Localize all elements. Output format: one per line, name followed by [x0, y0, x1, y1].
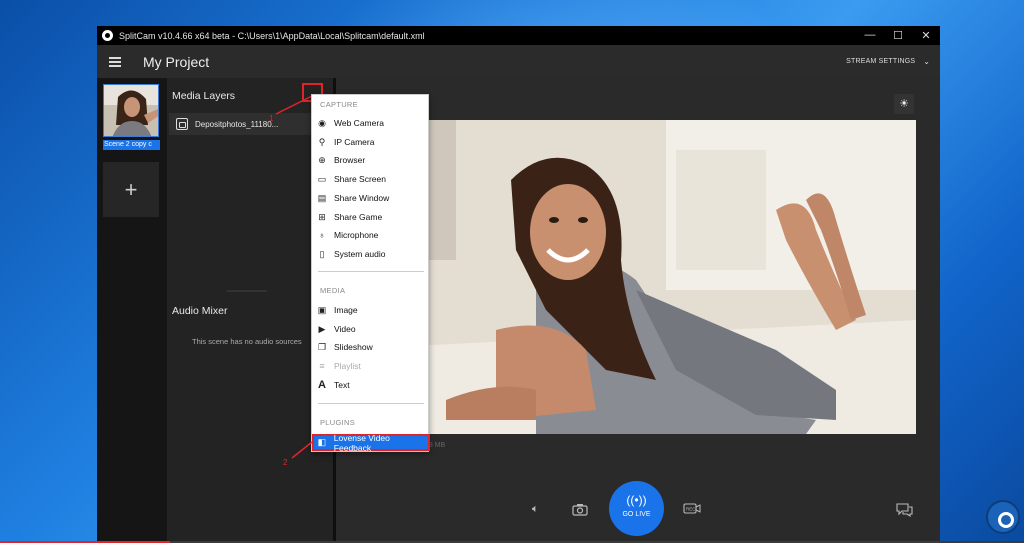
annotation-number-1: 1	[269, 114, 274, 123]
microphone-icon: ♁	[318, 230, 326, 240]
stream-settings-button[interactable]: STREAM SETTINGS	[846, 58, 915, 65]
add-scene-button[interactable]: +	[103, 162, 159, 217]
slideshow-icon: ❐	[317, 341, 327, 352]
chevron-down-icon[interactable]: ⌄	[923, 57, 930, 66]
plugin-icon: ◧	[317, 437, 327, 447]
media-layers-panel: Media Layers Depositphotos_11180... Audi…	[167, 78, 333, 543]
scene-thumbnail[interactable]	[103, 84, 159, 137]
splitcam-tray-icon[interactable]	[986, 500, 1020, 534]
camera-icon[interactable]	[572, 503, 588, 519]
media-layers-heading: Media Layers	[172, 90, 236, 102]
image-icon: ▣	[317, 304, 327, 315]
menu-section-media: MEDIA	[320, 286, 346, 295]
text-icon: A	[318, 379, 326, 391]
ip-camera-icon: ⚲	[318, 136, 326, 147]
broadcast-icon: ((•))	[626, 493, 647, 507]
menu-item-video[interactable]: ▶ Video	[316, 321, 426, 337]
globe-icon: ⊕	[318, 154, 326, 165]
svg-text:REC: REC	[686, 507, 696, 512]
menu-item-browser[interactable]: ⊕ Browser	[316, 152, 426, 168]
menu-section-plugins: PLUGINS	[320, 418, 356, 427]
menu-item-share-game[interactable]: ⊞ Share Game	[316, 209, 426, 225]
go-live-label: GO LIVE	[622, 511, 651, 518]
menu-item-playlist: ≡ Playlist	[316, 358, 426, 374]
webcam-icon: ◉	[318, 117, 326, 128]
project-title: My Project	[143, 53, 210, 70]
bottom-control-bar: 🔈︎ ((•)) GO LIVE REC	[336, 473, 940, 543]
record-icon[interactable]: REC	[683, 503, 701, 517]
go-live-button[interactable]: ((•)) GO LIVE	[609, 481, 664, 536]
menu-item-share-screen[interactable]: ▭ Share Screen	[316, 171, 426, 187]
menu-section-capture: CAPTURE	[320, 100, 358, 109]
volume-icon[interactable]: 🔈︎	[532, 503, 539, 516]
window-title: SplitCam v10.4.66 x64 beta - C:\Users\1\…	[119, 30, 425, 41]
maximize-button[interactable]: ☐	[884, 29, 912, 42]
scenes-column: Scene 2 copy c +	[97, 78, 167, 543]
menu-separator	[318, 271, 424, 272]
annotation-number-2: 2	[283, 458, 288, 467]
menu-item-share-window[interactable]: ▤ Share Window	[316, 190, 426, 206]
menu-item-microphone[interactable]: ♁ Microphone	[316, 227, 426, 243]
hamburger-menu-icon[interactable]	[109, 55, 121, 69]
title-bar: SplitCam v10.4.66 x64 beta - C:\Users\1\…	[97, 26, 940, 45]
minimize-button[interactable]: —	[856, 29, 884, 42]
monitor-icon: ▭	[317, 173, 327, 184]
audio-mixer-heading: Audio Mixer	[172, 305, 228, 317]
panel-resize-handle[interactable]	[227, 290, 267, 292]
menu-item-ip-camera[interactable]: ⚲ IP Camera	[316, 134, 426, 150]
brightness-icon[interactable]: ☀	[894, 94, 914, 114]
close-button[interactable]: ✕	[912, 29, 940, 42]
video-icon: ▶	[318, 323, 326, 334]
speaker-icon: ▯	[319, 248, 325, 259]
no-audio-text: This scene has no audio sources	[192, 337, 302, 346]
menu-item-lovense-video-feedback[interactable]: ◧ Lovense Video Feedback	[312, 433, 430, 453]
playlist-icon: ≡	[319, 361, 325, 371]
image-layer-icon	[176, 118, 188, 130]
menu-item-text[interactable]: A Text	[316, 377, 426, 393]
menu-item-slideshow[interactable]: ❐ Slideshow	[316, 339, 426, 355]
menu-item-system-audio[interactable]: ▯ System audio	[316, 246, 426, 262]
chat-icon[interactable]	[896, 503, 913, 520]
menu-item-web-camera[interactable]: ◉ Web Camera	[316, 115, 426, 131]
menu-item-image[interactable]: ▣ Image	[316, 302, 426, 318]
splitcam-logo-icon	[102, 30, 113, 41]
annotation-arrow-step1	[275, 95, 313, 115]
splitcam-window: SplitCam v10.4.66 x64 beta - C:\Users\1\…	[97, 26, 940, 543]
gamepad-icon: ⊞	[318, 211, 326, 222]
window-icon: ▤	[317, 192, 327, 203]
add-source-menu: CAPTURE ◉ Web Camera ⚲ IP Camera ⊕ Brows…	[311, 94, 430, 453]
app-bar: My Project STREAM SETTINGS ⌄	[97, 45, 940, 78]
menu-separator	[318, 403, 424, 404]
annotation-arrow-step2	[291, 441, 313, 459]
scene-label[interactable]: Scene 2 copy c	[103, 140, 160, 150]
